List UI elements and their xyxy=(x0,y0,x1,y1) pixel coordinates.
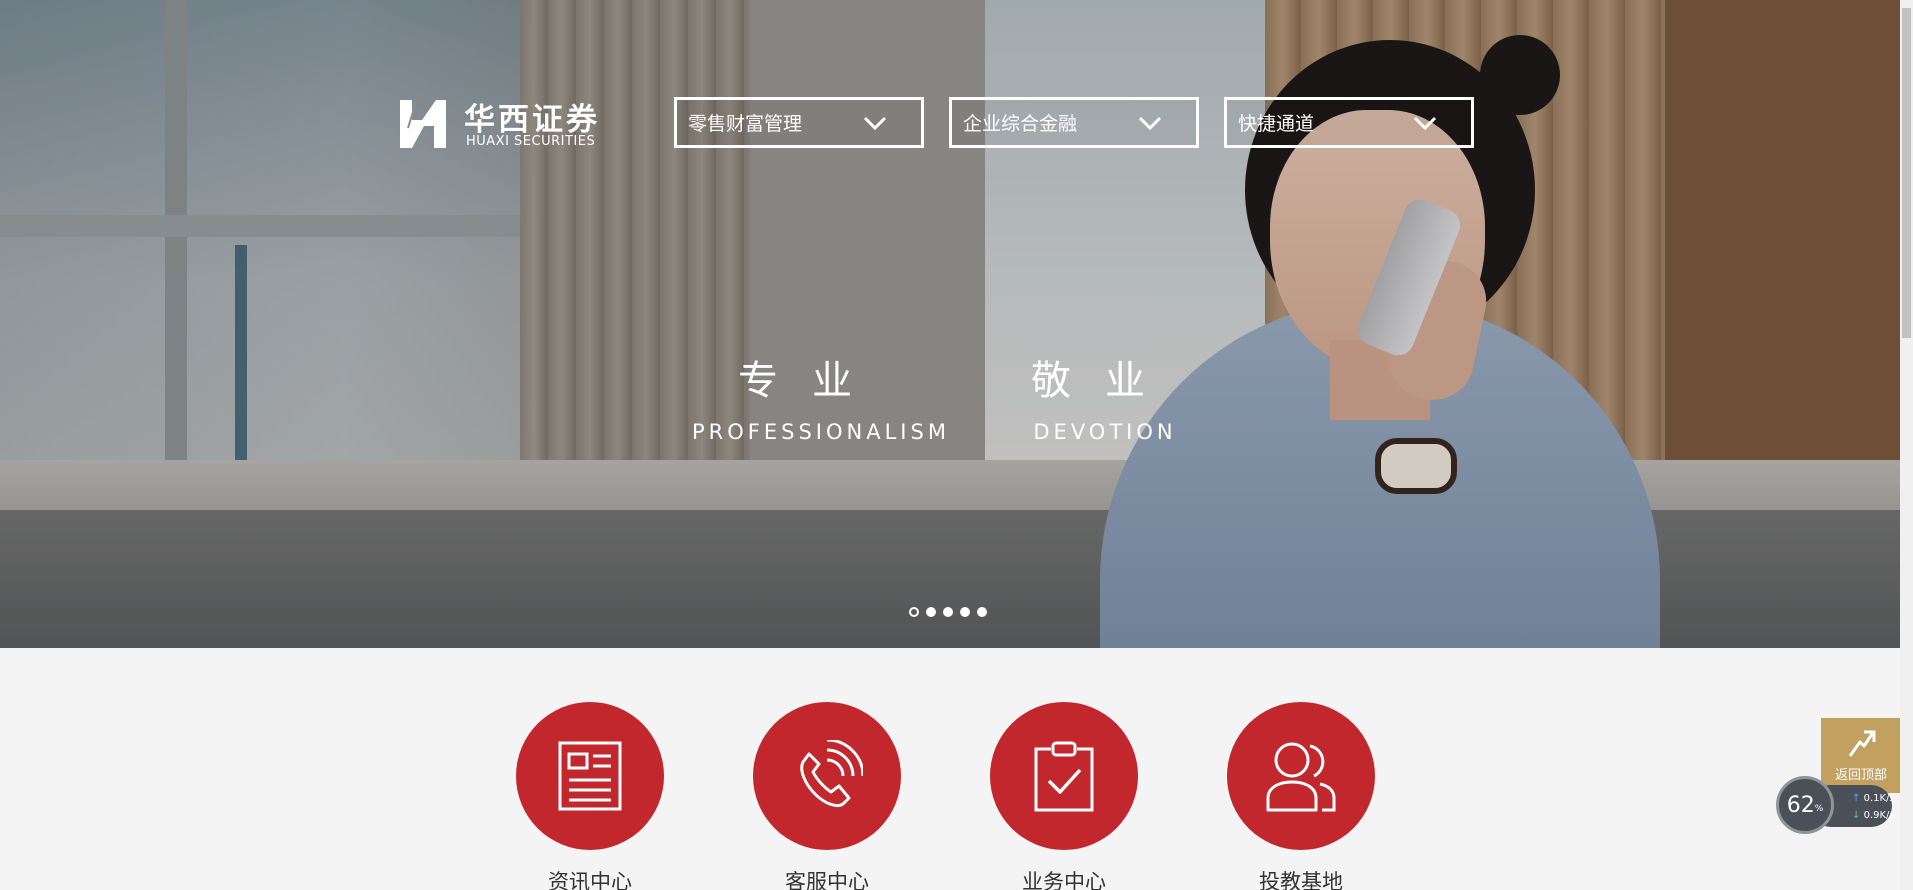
clipboard-check-icon xyxy=(1034,741,1094,812)
memory-percent-indicator: 62% xyxy=(1776,776,1834,834)
service-label[interactable]: 业务中心 xyxy=(990,866,1138,890)
chevron-down-icon xyxy=(863,116,887,130)
carousel-dot-1[interactable] xyxy=(909,607,919,617)
service-label[interactable]: 资讯中心 xyxy=(516,866,664,890)
dropdown-quick-access[interactable]: 快捷通道 xyxy=(1224,97,1474,148)
service-investor-education[interactable]: 投教基地 xyxy=(1227,702,1375,890)
carousel-dot-5[interactable] xyxy=(977,607,987,617)
upload-arrow-icon: ↑ xyxy=(1852,793,1861,804)
huaxi-logo[interactable]: 华西证券 HUAXI SECURITIES xyxy=(398,94,608,154)
logo-english-name: HUAXI SECURITIES xyxy=(466,134,596,149)
slogan-en: DEVOTION xyxy=(1033,420,1177,444)
logo-chinese-name: 华西证券 xyxy=(464,102,600,138)
page-scrollbar[interactable] xyxy=(1900,0,1913,890)
memory-percent: 62 xyxy=(1786,792,1815,818)
slogan-professionalism: 专业 PROFESSIONALISM xyxy=(692,348,950,444)
dropdown-label: 快捷通道 xyxy=(1238,113,1315,135)
dropdown-corporate-finance[interactable]: 企业综合金融 xyxy=(949,97,1199,148)
slogan-cn: 敬业 xyxy=(1031,358,1179,404)
dropdown-retail-wealth[interactable]: 零售财富管理 xyxy=(674,97,924,148)
page: 华西证券 HUAXI SECURITIES 零售财富管理 企业综合金融 快捷通道… xyxy=(0,0,1913,890)
service-label[interactable]: 投教基地 xyxy=(1227,866,1375,890)
logo-mark-icon xyxy=(400,100,446,148)
carousel-dot-3[interactable] xyxy=(943,607,953,617)
network-rates: ↑ 0.1K/s ↓ 0.9K/s xyxy=(1852,790,1895,824)
carousel-indicators xyxy=(909,607,987,617)
service-label[interactable]: 客服中心 xyxy=(753,866,901,890)
chevron-down-icon xyxy=(1413,116,1437,130)
service-news-center[interactable]: 资讯中心 xyxy=(516,702,664,890)
carousel-dot-2[interactable] xyxy=(926,607,936,617)
chevron-down-icon xyxy=(1138,116,1162,130)
news-icon xyxy=(558,741,622,811)
service-business-center[interactable]: 业务中心 xyxy=(990,702,1138,890)
upload-rate: 0.1K/s xyxy=(1863,793,1895,804)
service-customer-service[interactable]: 客服中心 xyxy=(753,702,901,890)
scrollbar-thumb[interactable] xyxy=(1902,8,1911,338)
dropdown-label: 零售财富管理 xyxy=(688,113,803,135)
service-circle[interactable] xyxy=(753,702,901,850)
service-circle[interactable] xyxy=(1227,702,1375,850)
dropdown-label: 企业综合金融 xyxy=(963,113,1078,135)
carousel-dot-4[interactable] xyxy=(960,607,970,617)
phone-icon xyxy=(800,740,863,808)
network-speed-widget[interactable]: 62% ↑ 0.1K/s ↓ 0.9K/s xyxy=(1776,776,1896,836)
service-circle[interactable] xyxy=(990,702,1138,850)
users-icon xyxy=(1266,742,1336,812)
memory-percent-unit: % xyxy=(1814,804,1824,814)
arrow-up-right-icon xyxy=(1848,730,1876,757)
download-arrow-icon: ↓ xyxy=(1852,810,1861,821)
download-rate: 0.9K/s xyxy=(1863,810,1895,821)
slogan-en: PROFESSIONALISM xyxy=(692,420,950,444)
service-circle[interactable] xyxy=(516,702,664,850)
slogan-devotion: 敬业 DEVOTION xyxy=(1020,348,1190,444)
slogan-cn: 专业 xyxy=(738,358,886,404)
